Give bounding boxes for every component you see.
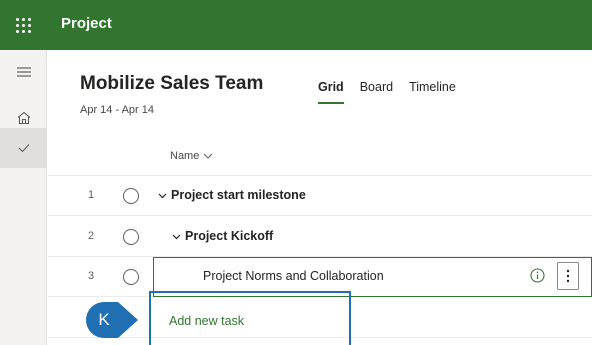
grid-column-header: Name	[48, 140, 592, 176]
menu-button[interactable]	[0, 52, 47, 92]
task-name[interactable]: Project start milestone	[158, 188, 306, 202]
app-header: Project	[0, 0, 592, 50]
tab-board[interactable]: Board	[360, 80, 393, 104]
row-number: 1	[88, 189, 95, 201]
plan-title[interactable]: Mobilize Sales Team	[80, 73, 263, 95]
more-vertical-icon	[566, 269, 570, 283]
complete-task-checkbox[interactable]	[123, 188, 139, 204]
add-new-task-button[interactable]: Add new task	[169, 314, 244, 328]
name-column-label: Name	[170, 150, 200, 162]
tab-timeline[interactable]: Timeline	[409, 80, 456, 104]
tab-grid[interactable]: Grid	[318, 80, 344, 104]
app-title[interactable]: Project	[61, 15, 112, 32]
task-name[interactable]: Project Kickoff	[172, 229, 273, 243]
plan-dates: Apr 14 - Apr 14	[80, 104, 154, 116]
name-column-header[interactable]: Name	[170, 150, 213, 162]
chevron-down-icon[interactable]	[172, 234, 181, 240]
hamburger-icon	[16, 67, 31, 77]
left-rail	[0, 50, 47, 345]
table-row[interactable]: 2 Project Kickoff	[48, 217, 592, 257]
waffle-icon	[16, 17, 31, 33]
chevron-down-icon	[203, 153, 213, 159]
add-new-task-highlight: Add new task	[149, 291, 351, 345]
app-launcher-button[interactable]	[0, 0, 47, 50]
plan-header: Mobilize Sales Team Apr 14 - Apr 14 Grid…	[48, 50, 592, 140]
chevron-down-icon[interactable]	[158, 193, 167, 199]
info-icon[interactable]	[530, 268, 545, 283]
row-number: 3	[88, 270, 95, 282]
complete-task-checkbox[interactable]	[123, 229, 139, 245]
task-name-text: Project start milestone	[171, 188, 306, 202]
view-tabs: Grid Board Timeline	[318, 80, 472, 104]
task-name-text: Project Kickoff	[185, 229, 274, 243]
tasks-button[interactable]	[0, 128, 47, 168]
keytip-badge: K	[86, 302, 138, 338]
checkmark-icon	[18, 144, 29, 153]
complete-task-checkbox[interactable]	[123, 269, 139, 285]
home-icon	[17, 111, 30, 125]
more-options-button[interactable]	[557, 262, 579, 290]
table-row[interactable]: 1 Project start milestone	[48, 176, 592, 216]
row-number: 2	[88, 230, 95, 242]
keytip-letter: K	[98, 310, 110, 329]
